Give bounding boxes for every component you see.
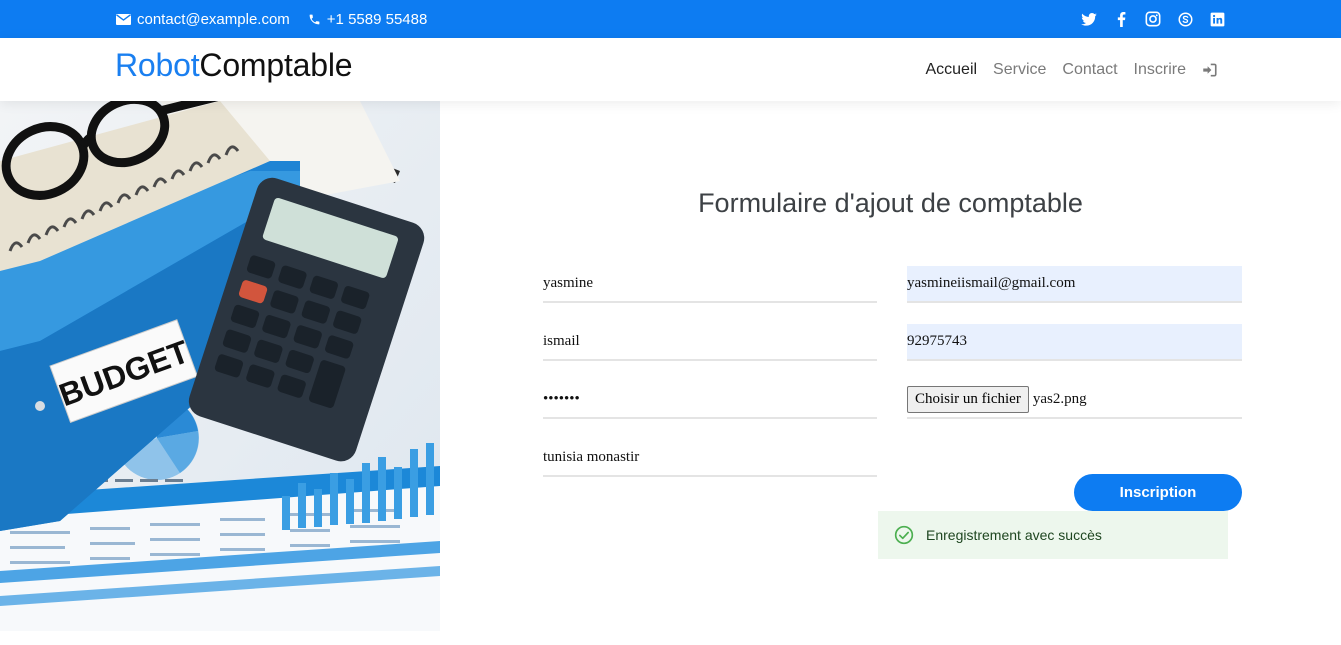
facebook-icon[interactable] [1113, 11, 1129, 27]
success-message: Enregistrement avec succès [926, 527, 1102, 543]
nav-accueil[interactable]: Accueil [925, 61, 977, 79]
envelope-icon [116, 13, 131, 25]
phone-icon [309, 14, 320, 24]
main-nav: Accueil Service Contact Inscrire [909, 38, 1217, 101]
email-contact[interactable]: contact@example.com [116, 11, 290, 28]
top-contact-bar: contact@example.com +1 5589 55488 [0, 0, 1341, 38]
address-field[interactable]: tunisia monastir [543, 440, 877, 477]
inscription-button[interactable]: Inscription [1074, 474, 1242, 511]
email-text: contact@example.com [137, 10, 290, 28]
contact-info: contact@example.com +1 5589 55488 [116, 0, 445, 38]
nav-service[interactable]: Service [993, 61, 1046, 79]
phone-contact[interactable]: +1 5589 55488 [308, 10, 428, 28]
nav-contact[interactable]: Contact [1062, 61, 1117, 79]
check-circle-icon [894, 525, 914, 545]
logo-comptable: Comptable [199, 47, 353, 83]
budget-illustration: BUDGET [0, 101, 440, 631]
first-name-field[interactable]: yasmine [543, 266, 877, 303]
choose-file-button[interactable]: Choisir un fichier [907, 386, 1029, 413]
email-field[interactable]: yasmineiismail@gmail.com [907, 266, 1242, 303]
logo-robot: Robot [115, 47, 200, 83]
photo-file-input: Choisir un fichier yas2.png [907, 382, 1242, 419]
password-field[interactable]: ••••••• [543, 382, 877, 419]
hero-image: BUDGET [0, 101, 440, 631]
success-toast: Enregistrement avec succès [878, 511, 1228, 559]
social-links [1065, 0, 1225, 38]
file-name: yas2.png [1032, 391, 1087, 407]
site-logo[interactable]: RobotComptable [115, 47, 353, 84]
nav-inscrire[interactable]: Inscrire [1134, 61, 1186, 79]
twitter-icon[interactable] [1081, 11, 1097, 27]
phone-field[interactable]: 92975743 [907, 324, 1242, 361]
instagram-icon[interactable] [1145, 11, 1161, 27]
site-header: RobotComptable Accueil Service Contact I… [0, 38, 1341, 101]
skype-icon[interactable] [1177, 11, 1193, 27]
last-name-field[interactable]: ismail [543, 324, 877, 361]
sign-in-icon[interactable] [1202, 63, 1217, 77]
form-title: Formulaire d'ajout de comptable [698, 188, 1083, 218]
phone-text: +1 5589 55488 [326, 10, 428, 28]
linkedin-icon[interactable] [1209, 11, 1225, 27]
